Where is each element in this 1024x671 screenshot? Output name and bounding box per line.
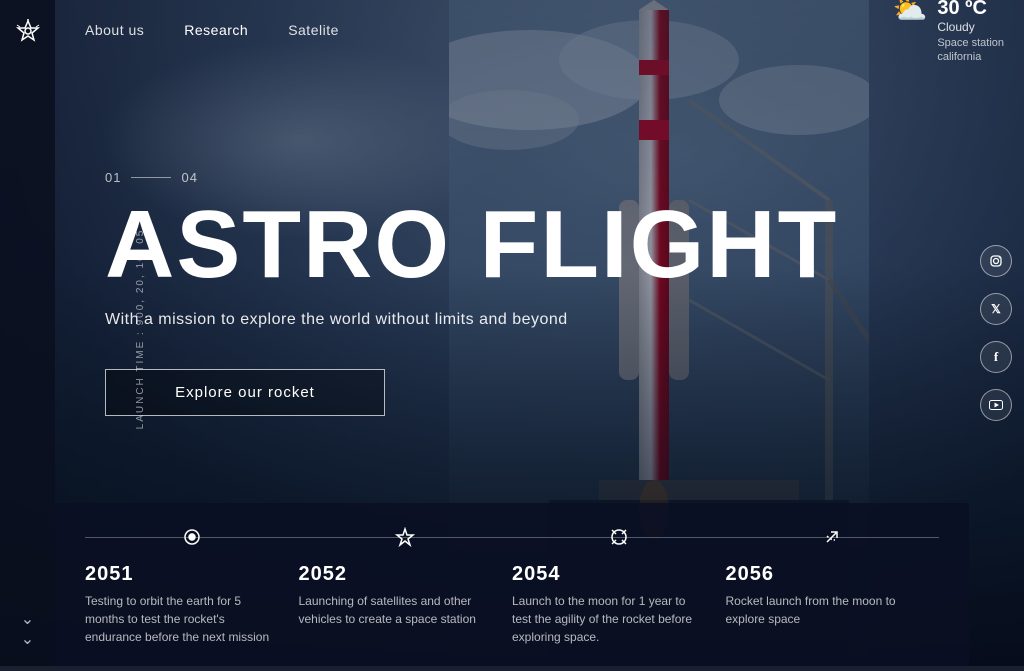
timeline-item-1: 2052 Launching of satellites and other v… [299, 563, 513, 646]
timeline-year-2: 2054 [512, 563, 706, 586]
timeline-year-0: 2051 [85, 563, 279, 586]
hero-subtitle: With a mission to explore the world with… [105, 311, 919, 329]
explore-button[interactable]: Explore our rocket [105, 369, 385, 416]
scroll-chevron-icon-2[interactable]: ⌄ [21, 632, 34, 648]
weather-info: 30 ºC Cloudy Space station california [937, 0, 1004, 64]
youtube-icon[interactable] [980, 389, 1012, 421]
weather-temperature: 30 ºC [937, 0, 1004, 20]
sidebar-top [14, 18, 42, 46]
logo-icon[interactable] [14, 18, 42, 46]
timeline-icon-0 [178, 523, 206, 551]
timeline-grid: 2051 Testing to orbit the earth for 5 mo… [85, 563, 939, 646]
nav-about[interactable]: About us [85, 22, 144, 38]
timeline-desc-3: Rocket launch from the moon to explore s… [726, 592, 920, 628]
instagram-icon[interactable] [980, 245, 1012, 277]
timeline-desc-2: Launch to the moon for 1 year to test th… [512, 592, 706, 646]
hero-title: ASTRO FLIGHT [105, 197, 919, 293]
weather-condition: Cloudy [937, 20, 1004, 34]
timeline-desc-0: Testing to orbit the earth for 5 months … [85, 592, 279, 646]
timeline-node-1 [299, 523, 513, 551]
nav-research[interactable]: Research [184, 22, 248, 38]
left-sidebar: Launch time : 900, 20, 10, 05 ⌄ ⌄ [0, 0, 55, 666]
weather-widget: ⛅ 30 ºC Cloudy Space station california [892, 0, 1004, 64]
timeline-node-0 [85, 523, 299, 551]
sidebar-bottom[interactable]: ⌄ ⌄ [21, 612, 34, 648]
timeline-year-3: 2056 [726, 563, 920, 586]
weather-location: Space station california [937, 36, 1004, 65]
slide-current: 01 [105, 170, 121, 185]
timeline-desc-1: Launching of satellites and other vehicl… [299, 592, 493, 628]
timeline-item-3: 2056 Rocket launch from the moon to expl… [726, 563, 940, 646]
twitter-icon[interactable]: 𝕏 [980, 293, 1012, 325]
scroll-chevron-icon[interactable]: ⌄ [21, 612, 34, 628]
timeline-item-0: 2051 Testing to orbit the earth for 5 mo… [85, 563, 299, 646]
timeline-section: 2051 Testing to orbit the earth for 5 mo… [55, 503, 969, 666]
timeline-item-2: 2054 Launch to the moon for 1 year to te… [512, 563, 726, 646]
launch-time-label: Launch time : 900, 20, 10, 05 [134, 229, 145, 430]
timeline-node-3 [726, 523, 940, 551]
weather-icon: ⛅ [892, 0, 927, 24]
top-nav: About us Research Satelite ⛅ 30 ºC Cloud… [55, 0, 1024, 60]
timeline-connector-row [85, 523, 939, 551]
right-sidebar: 𝕏 f [980, 245, 1012, 421]
timeline-icon-2 [605, 523, 633, 551]
timeline-icon-3 [818, 523, 846, 551]
facebook-icon[interactable]: f [980, 341, 1012, 373]
indicator-line [131, 177, 171, 178]
nav-satellite[interactable]: Satelite [288, 22, 339, 38]
nav-links: About us Research Satelite [85, 22, 339, 38]
slide-indicator: 01 04 [105, 170, 919, 185]
timeline-icon-1 [391, 523, 419, 551]
timeline-year-1: 2052 [299, 563, 493, 586]
slide-total: 04 [181, 170, 197, 185]
timeline-node-2 [512, 523, 726, 551]
